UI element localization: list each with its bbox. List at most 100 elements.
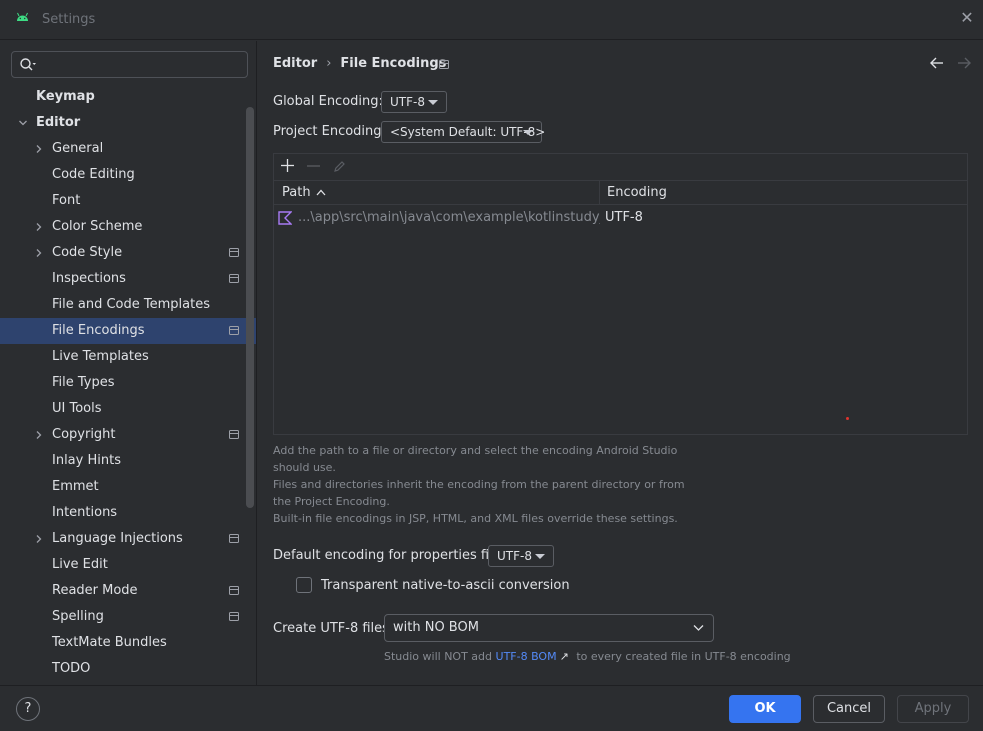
- column-header-encoding[interactable]: Encoding: [607, 181, 667, 205]
- sidebar-item-label: Reader Mode: [52, 583, 138, 598]
- search-input[interactable]: [11, 51, 248, 78]
- global-encoding-value: UTF-8: [390, 95, 425, 109]
- sidebar-item-label: Code Editing: [52, 167, 135, 182]
- sidebar-item-file-types[interactable]: File Types: [0, 370, 256, 396]
- ok-button[interactable]: OK: [729, 695, 801, 723]
- sidebar-item-label: Font: [52, 193, 81, 208]
- properties-encoding-label: Default encoding for properties files:: [273, 548, 512, 563]
- sidebar-item-general[interactable]: General: [0, 136, 256, 162]
- caret-down-icon: [523, 130, 533, 135]
- sidebar-item-language-injections[interactable]: Language Injections: [0, 526, 256, 552]
- project-scope-icon: [229, 612, 239, 621]
- window-title: Settings: [42, 12, 96, 27]
- sidebar-item-file-and-code-templates[interactable]: File and Code Templates: [0, 292, 256, 318]
- sidebar-item-label: General: [52, 141, 104, 156]
- caret-down-icon: [428, 100, 438, 105]
- sidebar-item-live-templates[interactable]: Live Templates: [0, 344, 256, 370]
- chevron-right-icon[interactable]: [34, 248, 44, 258]
- sidebar-item-label: Inlay Hints: [52, 453, 121, 468]
- sidebar-item-file-encodings[interactable]: File Encodings: [0, 318, 256, 344]
- global-encoding-label: Global Encoding:: [273, 94, 383, 109]
- android-studio-icon: [17, 12, 28, 21]
- create-utf8-dropdown[interactable]: with NO BOM: [384, 614, 714, 642]
- external-link-icon: ↗: [559, 650, 569, 663]
- add-icon[interactable]: [281, 159, 294, 172]
- sort-ascending-icon: [316, 189, 326, 196]
- table-toolbar: [274, 154, 967, 180]
- sidebar-item-inlay-hints[interactable]: Inlay Hints: [0, 448, 256, 474]
- main-panel: Editor › File Encodings Global Encoding: U…: [258, 41, 983, 685]
- chevron-right-icon[interactable]: [34, 222, 44, 232]
- chevron-right-icon: ›: [326, 56, 332, 71]
- chevron-down-icon[interactable]: [18, 118, 28, 128]
- project-scope-icon: [229, 248, 239, 257]
- close-icon[interactable]: ✕: [960, 10, 974, 26]
- project-scope-icon: [229, 586, 239, 595]
- breadcrumb-parent[interactable]: Editor: [273, 56, 317, 71]
- sidebar-item-label: Copyright: [52, 427, 116, 442]
- chevron-right-icon[interactable]: [34, 430, 44, 440]
- project-scope-icon: [229, 430, 239, 439]
- sidebar-item-label: File and Code Templates: [52, 297, 210, 312]
- help-text-3: Built-in file encodings in JSP, HTML, an…: [273, 512, 678, 525]
- cancel-button[interactable]: Cancel: [813, 695, 885, 723]
- sidebar-item-copyright[interactable]: Copyright: [0, 422, 256, 448]
- help-button[interactable]: ?: [16, 697, 40, 721]
- settings-tree: Keymap Editor General Code Editing Font Color…: [0, 84, 256, 682]
- sidebar-item-label: Keymap: [36, 89, 95, 104]
- remove-icon[interactable]: [307, 165, 320, 167]
- row-encoding-cell[interactable]: UTF-8: [605, 205, 643, 231]
- chevron-right-icon[interactable]: [34, 534, 44, 544]
- table-row[interactable]: ...\app\src\main\java\com\example\kotlin…: [274, 205, 967, 231]
- chevron-right-icon[interactable]: [34, 144, 44, 154]
- breadcrumb-current: File Encodings: [340, 56, 447, 71]
- properties-encoding-dropdown[interactable]: UTF-8: [488, 545, 554, 567]
- sidebar-item-keymap[interactable]: Keymap: [0, 84, 256, 110]
- column-divider[interactable]: [599, 181, 600, 205]
- sidebar-item-emmet[interactable]: Emmet: [0, 474, 256, 500]
- sidebar-item-label: File Encodings: [52, 323, 145, 338]
- sidebar-item-reader-mode[interactable]: Reader Mode: [0, 578, 256, 604]
- sidebar-item-label: Inspections: [52, 271, 126, 286]
- sidebar-item-inspections[interactable]: Inspections: [0, 266, 256, 292]
- sidebar-item-todo[interactable]: TODO: [0, 656, 256, 682]
- help-text-2: Files and directories inherit the encodi…: [273, 478, 685, 508]
- sidebar-item-intentions[interactable]: Intentions: [0, 500, 256, 526]
- forward-arrow-icon[interactable]: [957, 57, 971, 69]
- row-path-cell: ...\app\src\main\java\com\example\kotlin…: [298, 210, 600, 225]
- project-encoding-dropdown[interactable]: <System Default: UTF-8>: [381, 121, 545, 143]
- breadcrumb: Editor › File Encodings: [273, 56, 446, 71]
- sidebar-item-label: Live Templates: [52, 349, 149, 364]
- back-arrow-icon[interactable]: [930, 57, 944, 69]
- sidebar-item-label: Code Style: [52, 245, 123, 260]
- utf8-bom-link[interactable]: UTF-8 BOM: [496, 650, 557, 663]
- native-to-ascii-checkbox[interactable]: [296, 577, 312, 593]
- global-encoding-dropdown[interactable]: UTF-8: [381, 91, 447, 113]
- sidebar-item-label: Spelling: [52, 609, 104, 624]
- table-header: Path Encoding: [274, 180, 967, 205]
- sidebar-item-color-scheme[interactable]: Color Scheme: [0, 214, 256, 240]
- create-utf8-label: Create UTF-8 files:: [273, 621, 394, 636]
- sidebar-item-label: Live Edit: [52, 557, 108, 572]
- sidebar-scrollbar[interactable]: [246, 107, 254, 508]
- sidebar-item-code-style[interactable]: Code Style: [0, 240, 256, 266]
- sidebar-item-spelling[interactable]: Spelling: [0, 604, 256, 630]
- project-scope-icon: [439, 60, 449, 69]
- sidebar-item-label: UI Tools: [52, 401, 102, 416]
- sidebar-item-code-editing[interactable]: Code Editing: [0, 162, 256, 188]
- sidebar-item-ui-tools[interactable]: UI Tools: [0, 396, 256, 422]
- sidebar-item-live-edit[interactable]: Live Edit: [0, 552, 256, 578]
- settings-sidebar: Keymap Editor General Code Editing Font Color…: [0, 41, 257, 685]
- sidebar-item-label: Editor: [36, 115, 81, 130]
- sidebar-item-font[interactable]: Font: [0, 188, 256, 214]
- column-header-path[interactable]: Path: [282, 181, 311, 205]
- bom-note-suffix: to every created file in UTF-8 encoding: [576, 650, 791, 663]
- search-icon: [20, 58, 36, 71]
- apply-button[interactable]: Apply: [897, 695, 969, 723]
- sidebar-item-editor[interactable]: Editor: [0, 110, 256, 136]
- edit-icon[interactable]: [333, 160, 346, 173]
- sidebar-item-textmate-bundles[interactable]: TextMate Bundles: [0, 630, 256, 656]
- bom-note-prefix: Studio will NOT add: [384, 650, 493, 663]
- native-to-ascii-label[interactable]: Transparent native-to-ascii conversion: [321, 578, 570, 593]
- project-scope-icon: [229, 274, 239, 283]
